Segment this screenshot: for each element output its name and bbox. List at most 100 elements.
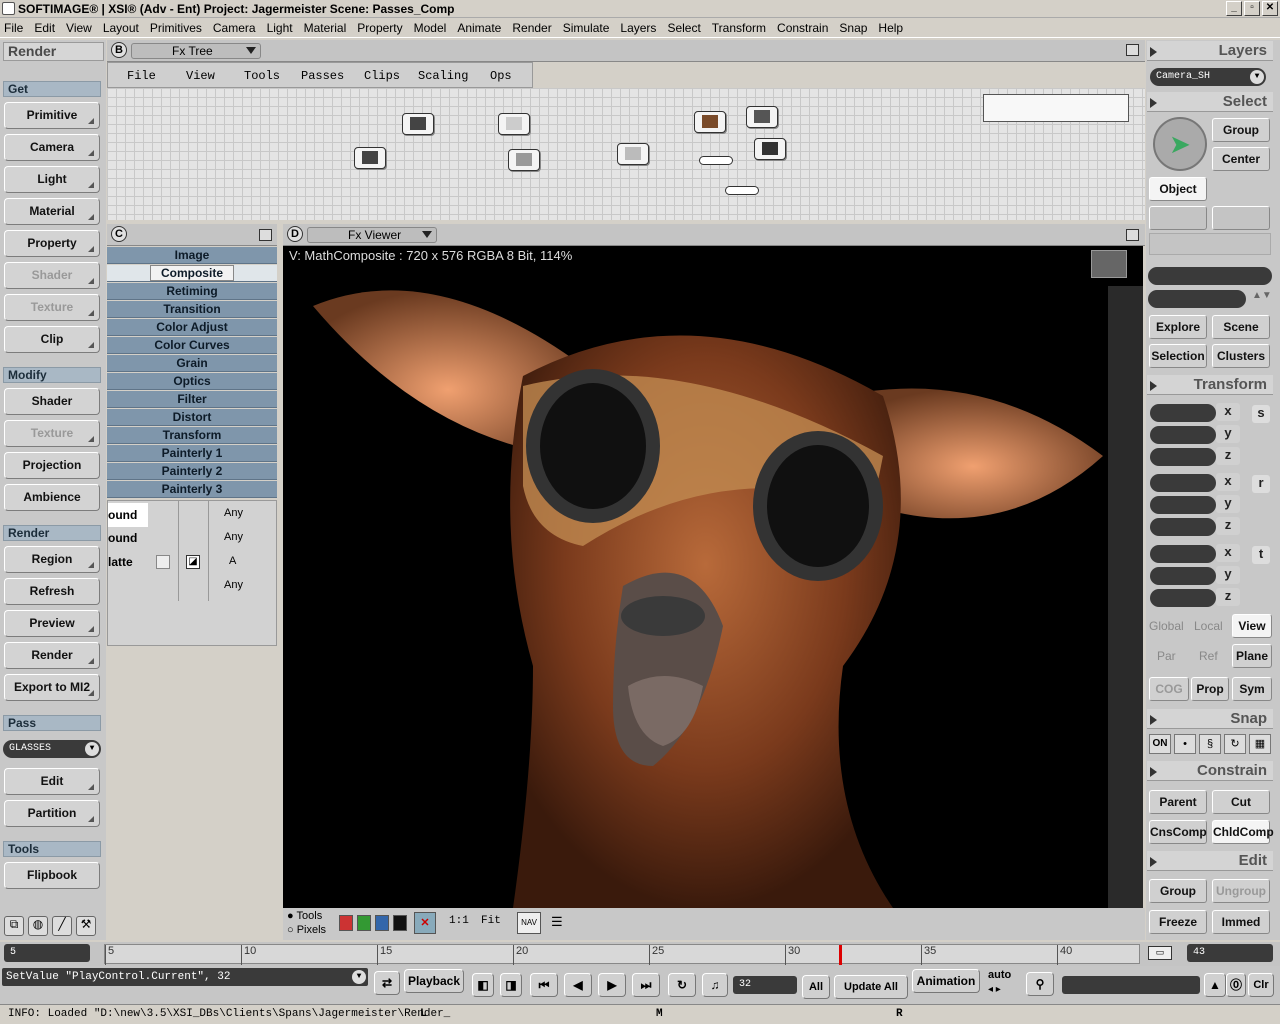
clip-button[interactable]: Clip xyxy=(4,326,100,353)
fxtree-canvas[interactable] xyxy=(107,88,1145,220)
viewer-scroll-area[interactable] xyxy=(1108,286,1143,908)
menu-edit[interactable]: Edit xyxy=(34,21,55,35)
timeline-end-field[interactable]: 43 xyxy=(1187,944,1273,962)
clr-button[interactable]: Clr xyxy=(1248,973,1274,997)
shader-modify-button[interactable]: Shader xyxy=(4,388,100,415)
flipbook-button[interactable]: Flipbook xyxy=(4,862,100,889)
rotate-y-label[interactable]: y xyxy=(1216,495,1240,513)
maximize-icon[interactable] xyxy=(259,229,272,241)
translate-z-label[interactable]: z xyxy=(1216,588,1240,606)
freeze-button[interactable]: Freeze xyxy=(1149,910,1207,934)
scale-z-label[interactable]: z xyxy=(1216,447,1240,465)
param-value[interactable]: A xyxy=(229,555,236,567)
camera-button[interactable]: Camera xyxy=(4,134,100,161)
primitive-button[interactable]: Primitive xyxy=(4,102,100,129)
snap-curve-icon[interactable]: § xyxy=(1199,734,1221,754)
menu-transform[interactable]: Transform xyxy=(712,21,766,35)
toolbar-title[interactable]: Render xyxy=(3,42,104,61)
menu-help[interactable]: Help xyxy=(878,21,903,35)
snap-surface-icon[interactable]: ↻ xyxy=(1224,734,1246,754)
select-center-button[interactable]: Center xyxy=(1212,147,1270,171)
select-title[interactable]: Select xyxy=(1147,92,1273,112)
selection-field-2[interactable] xyxy=(1148,290,1246,308)
menu-material[interactable]: Material xyxy=(304,21,347,35)
category-composite[interactable]: Composite xyxy=(107,265,277,282)
category-filter[interactable]: Filter xyxy=(107,391,277,408)
category-image[interactable]: Image xyxy=(107,247,277,264)
menu-primitives[interactable]: Primitives xyxy=(150,21,202,35)
animation-button[interactable]: Animation xyxy=(912,969,980,993)
rotate-x-label[interactable]: x xyxy=(1216,473,1240,491)
param-value[interactable]: Any xyxy=(224,579,243,591)
menu-select[interactable]: Select xyxy=(667,21,700,35)
ungroup-button[interactable]: Ungroup xyxy=(1212,879,1270,903)
preview-button[interactable]: Preview xyxy=(4,610,100,637)
category-retiming[interactable]: Retiming xyxy=(107,283,277,300)
pass-edit-button[interactable]: Edit xyxy=(4,768,100,795)
constrain-title[interactable]: Constrain xyxy=(1147,761,1273,781)
red-channel-button[interactable] xyxy=(339,915,353,931)
snap-on-button[interactable]: ON xyxy=(1149,734,1171,754)
scale-y-label[interactable]: y xyxy=(1216,425,1240,443)
param-row-label[interactable]: ound xyxy=(108,503,148,527)
translate-x-field[interactable] xyxy=(1150,545,1216,563)
group-button[interactable]: Group xyxy=(1149,879,1207,903)
fxtree-menu-passes[interactable]: Passes xyxy=(301,69,344,83)
rotate-x-field[interactable] xyxy=(1150,474,1216,492)
key-up-icon[interactable]: ▲ xyxy=(1204,973,1226,997)
ambience-button[interactable]: Ambience xyxy=(4,484,100,511)
layers-title[interactable]: Layers xyxy=(1147,41,1273,61)
rotate-y-field[interactable] xyxy=(1150,496,1216,514)
panel-badge-c[interactable]: C xyxy=(111,226,127,242)
param-value[interactable]: Any xyxy=(224,531,243,543)
playback-button[interactable]: Playback xyxy=(404,969,464,993)
list-icon[interactable]: ☰ xyxy=(551,914,569,930)
panel-badge-b[interactable]: B xyxy=(111,42,127,58)
menu-layers[interactable]: Layers xyxy=(620,21,656,35)
category-color-curves[interactable]: Color Curves xyxy=(107,337,277,354)
green-channel-button[interactable] xyxy=(357,915,371,931)
playhead[interactable] xyxy=(839,945,843,965)
chevron-down-icon[interactable]: ▼ xyxy=(352,970,366,984)
cnscomp-button[interactable]: CnsComp xyxy=(1149,820,1207,844)
close-button[interactable]: ✕ xyxy=(1262,1,1278,16)
brush-icon[interactable]: ╱ xyxy=(52,916,72,936)
fxtree-view-combo[interactable]: Fx Tree xyxy=(131,43,261,59)
menu-animate[interactable]: Animate xyxy=(457,21,501,35)
scale-s-button[interactable]: s xyxy=(1252,405,1270,423)
scale-z-field[interactable] xyxy=(1150,448,1216,466)
region-button[interactable]: Region xyxy=(4,546,100,573)
all-button[interactable]: All xyxy=(802,975,830,999)
key-field[interactable] xyxy=(1062,976,1200,994)
transform-title[interactable]: Transform xyxy=(1147,375,1273,395)
cut-button[interactable]: Cut xyxy=(1212,790,1270,814)
fx-op-node[interactable] xyxy=(725,186,759,195)
maximize-icon[interactable] xyxy=(1126,229,1139,241)
translate-z-field[interactable] xyxy=(1150,589,1216,607)
timeline-scale-icon[interactable]: ▭ xyxy=(1148,946,1172,960)
translate-y-label[interactable]: y xyxy=(1216,566,1240,584)
menu-constrain[interactable]: Constrain xyxy=(777,21,828,35)
refresh-button[interactable]: Refresh xyxy=(4,578,100,605)
nav-button[interactable]: NAV xyxy=(517,912,541,934)
current-frame-field[interactable]: 32 xyxy=(733,976,797,994)
menu-camera[interactable]: Camera xyxy=(213,21,256,35)
alpha-channel-button[interactable] xyxy=(393,915,407,931)
fxviewer-combo[interactable]: Fx Viewer xyxy=(307,227,437,243)
rotate-r-button[interactable]: r xyxy=(1252,475,1270,493)
fxtree-menu-view[interactable]: View xyxy=(186,69,215,83)
fx-node[interactable] xyxy=(746,106,778,128)
selection-button[interactable]: Selection xyxy=(1149,344,1207,368)
rotate-z-field[interactable] xyxy=(1150,518,1216,536)
command-line[interactable]: SetValue "PlayControl.Current", 32 ▼ xyxy=(2,968,368,986)
wrench-icon[interactable]: ⚒ xyxy=(76,916,96,936)
translate-x-label[interactable]: x xyxy=(1216,544,1240,562)
menu-model[interactable]: Model xyxy=(414,21,447,35)
menu-layout[interactable]: Layout xyxy=(103,21,139,35)
fxtree-menu-file[interactable]: File xyxy=(127,69,156,83)
auto-arrows-icon[interactable]: ◂ ▸ xyxy=(988,984,1001,995)
plane-button[interactable]: Plane xyxy=(1232,644,1272,668)
category-optics[interactable]: Optics xyxy=(107,373,277,390)
parent-button[interactable]: Parent xyxy=(1149,790,1207,814)
scale-y-field[interactable] xyxy=(1150,426,1216,444)
